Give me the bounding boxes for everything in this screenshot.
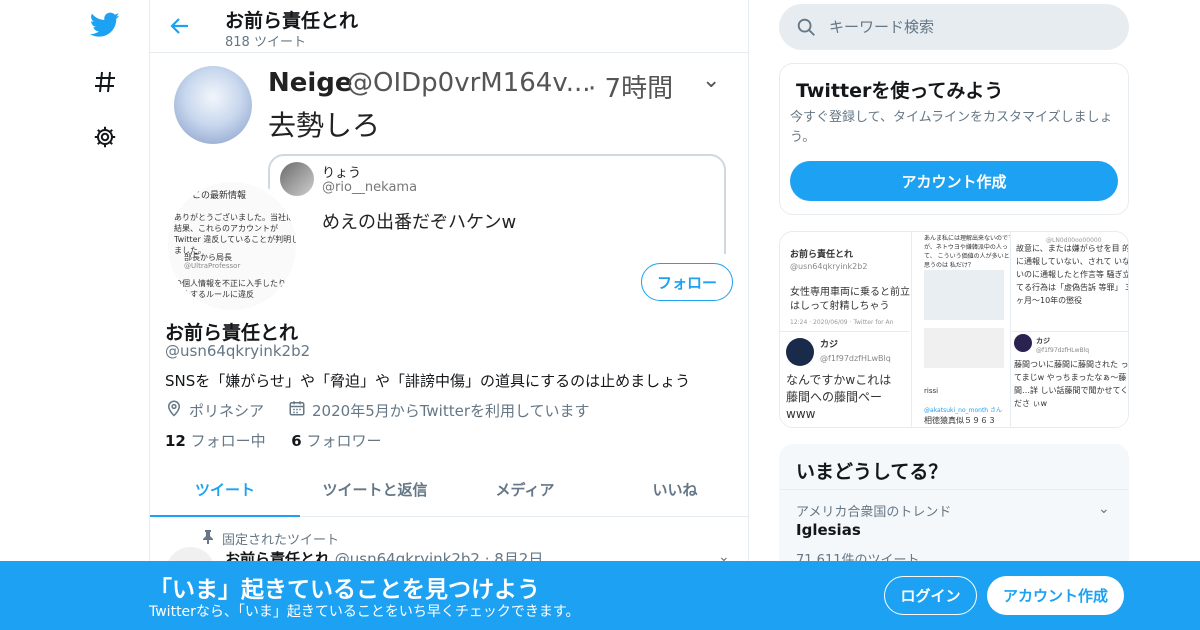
- profile-handle: @usn64qkryink2b2: [165, 342, 311, 360]
- quote-handle: @rio__nekama: [322, 180, 418, 195]
- profile-meta: ポリネシア 2020年5月からTwitterを利用しています: [165, 399, 590, 421]
- profile-location: ポリネシア: [189, 401, 265, 420]
- quote-text: めえの出番だぞハケンw: [322, 212, 517, 233]
- avatar-text-line: この最新情報: [192, 191, 247, 201]
- explore-hashtag-icon[interactable]: [90, 67, 120, 97]
- tile-text: 12:24 · 2020/06/09 · Twitter for An: [790, 319, 894, 326]
- profile-tabs: ツイート ツイートと返信 メディア いいね: [150, 462, 748, 517]
- search-icon: [795, 16, 817, 38]
- following-label[interactable]: フォロー中: [191, 432, 266, 450]
- tile-text: 藤間ついに藤間に藤間された ってまじw やっちまったなぁ〜藤間…詳 しい話藤間で…: [1014, 360, 1129, 408]
- profile-bio: SNSを「嫌がらせ」や「脅迫」や「誹謗中傷」の道具にするのは止めましょう: [165, 372, 691, 390]
- location-pin-icon: [165, 399, 183, 421]
- banner-author-avatar: [174, 66, 252, 144]
- pinned-label-text: 固定されたツイート: [222, 533, 340, 548]
- signup-card-subtitle: 今すぐ登録して、タイムラインをカスタマイズしましょう。: [790, 110, 1113, 145]
- tile-text: @f1f97dzfHLwBlq: [820, 354, 891, 363]
- tile-image: [924, 328, 1004, 368]
- banner-tweet-text: 去勢しろ: [268, 109, 381, 142]
- tile-avatar: [1014, 334, 1032, 352]
- followers-label[interactable]: フォロワー: [306, 432, 381, 450]
- profile-stats: 12 フォロー中 6 フォロワー: [165, 430, 381, 451]
- signup-card: Twitterを使ってみよう 今すぐ登録して、タイムラインをカスタマイズしましょ…: [779, 63, 1129, 215]
- calendar-icon: [288, 399, 306, 421]
- search-box: [779, 4, 1129, 50]
- banner-author-handle: @OIDp0vrM164v...: [347, 68, 591, 98]
- profile-avatar[interactable]: この最新情報 ありがとうございました。当社は 結果、これらのアカウントがTwit…: [164, 178, 300, 314]
- media-tile[interactable]: お前ら責任とれ @usn64qkryink2b2 女性専用車両に乗ると前立 はし…: [780, 232, 910, 330]
- trend-name[interactable]: Iglesias: [796, 521, 861, 539]
- pinned-label: 固定されたツイート: [202, 529, 339, 548]
- following-count[interactable]: 12: [165, 432, 186, 450]
- tile-text: あんま私には理解出来ないのです が、ネトウヨや嫌韓派中の人って、 こういう価値の…: [924, 235, 1011, 269]
- left-nav: [80, 0, 130, 630]
- avatar-text-line: @UltraProfessor: [184, 262, 241, 270]
- signup-prompt-bar: 「いま」起きていることを見つけよう Twitterなら、「いま」起きていることを…: [0, 561, 1200, 630]
- banner-author-name: Neige: [268, 68, 353, 98]
- profile-joined-date: 2020年5月からTwitterを利用しています: [312, 401, 590, 420]
- tile-text: なんですかwこれは 藤間への藤間ペー www: [786, 373, 892, 421]
- tab-likes[interactable]: いいね: [600, 462, 748, 516]
- tile-avatar: [786, 338, 814, 366]
- media-tile[interactable]: カジ @f1f97dzfHLwBlq なんですかwこれは 藤間への藤間ペー ww…: [780, 331, 910, 427]
- media-gallery: お前ら責任とれ @usn64qkryink2b2 女性専用車両に乗ると前立 はし…: [779, 231, 1129, 428]
- tile-text: @f1f97dzfHLwBlq: [1036, 347, 1090, 354]
- banner-quoted-tweet: りょう @rio__nekama めえの出番だぞハケンw: [268, 154, 726, 254]
- tab-media[interactable]: メディア: [450, 462, 600, 516]
- create-account-button[interactable]: アカウント作成: [790, 161, 1118, 201]
- media-tile[interactable]: あんま私には理解出来ないのです が、ネトウヨや嫌韓派中の人って、 こういう価値の…: [911, 232, 1011, 427]
- tile-text: 女性専用車両に乗ると前立 はしって射精しちゃう: [790, 287, 910, 312]
- trend-chevron-down-icon[interactable]: ⌄: [1098, 501, 1110, 517]
- trends-divider: [780, 489, 1128, 490]
- header-title: お前ら責任とれ: [225, 10, 359, 32]
- header-tweet-count: 818 ツイート: [225, 35, 306, 50]
- profile-name: お前ら責任とれ: [165, 322, 299, 344]
- profile-column: お前ら責任とれ 818 ツイート Neige @OIDp0vrM164v... …: [149, 0, 749, 630]
- page-root: お前ら責任とれ 818 ツイート Neige @OIDp0vrM164v... …: [0, 0, 1200, 630]
- tile-image: [924, 270, 1004, 320]
- tile-text: rissi: [924, 387, 939, 395]
- media-tile[interactable]: カジ @f1f97dzfHLwBlq 藤間ついに藤間に藤間された ってまじw や…: [1012, 331, 1129, 427]
- profile-header-bar: お前ら責任とれ 818 ツイート: [150, 0, 748, 53]
- trend-location: アメリカ合衆国のトレンド: [796, 505, 952, 520]
- avatar-text-line: の個人情報を不正に入手したり を禁止するルールに違反: [174, 279, 297, 299]
- login-button[interactable]: ログイン: [884, 576, 977, 615]
- avatar-text-line: ありがとうございました。当社は 結果、これらのアカウントがTwitter 違反し…: [174, 213, 300, 255]
- back-arrow-icon[interactable]: [168, 14, 192, 38]
- tile-text: @usn64qkryink2b2: [790, 262, 868, 271]
- quote-avatar: [280, 162, 314, 196]
- bottom-create-account-button[interactable]: アカウント作成: [987, 576, 1124, 615]
- tile-text: カジ: [820, 340, 839, 350]
- pin-icon: [202, 529, 214, 548]
- tile-text: 相徳猿真似５９６３: [924, 416, 996, 425]
- signup-card-title: Twitterを使ってみよう: [796, 80, 1004, 102]
- twitter-logo-icon[interactable]: [90, 10, 120, 40]
- tile-text: 故意に、または嫌がらせを目 的に通報していない、されて いないのに通報したと作言…: [1016, 244, 1129, 305]
- trends-title: いまどうしてる？: [796, 461, 948, 483]
- followers-count[interactable]: 6: [291, 432, 301, 450]
- banner-tweet-time: · 7時間: [588, 74, 674, 104]
- sidebar-right: Twitterを使ってみよう 今すぐ登録して、タイムラインをカスタマイズしましょ…: [779, 0, 1129, 630]
- media-tile[interactable]: @LN0d00oo00000 故意に、または嫌がらせを目 的に通報していない、さ…: [1012, 232, 1129, 330]
- banner-chevron-down-icon: ⌄: [702, 68, 721, 93]
- bottom-bar-subtitle: Twitterなら、「いま」起きていることをいち早くチェックできます。: [149, 604, 580, 620]
- settings-gear-icon[interactable]: [90, 122, 120, 152]
- search-input[interactable]: [829, 12, 1109, 42]
- quote-name: りょう: [322, 166, 362, 181]
- tab-tweets-and-replies[interactable]: ツイートと返信: [300, 462, 450, 516]
- tab-tweets[interactable]: ツイート: [150, 462, 300, 517]
- bottom-bar-title: 「いま」起きていることを見つけよう: [149, 577, 540, 603]
- follow-button[interactable]: フォロー: [641, 263, 733, 301]
